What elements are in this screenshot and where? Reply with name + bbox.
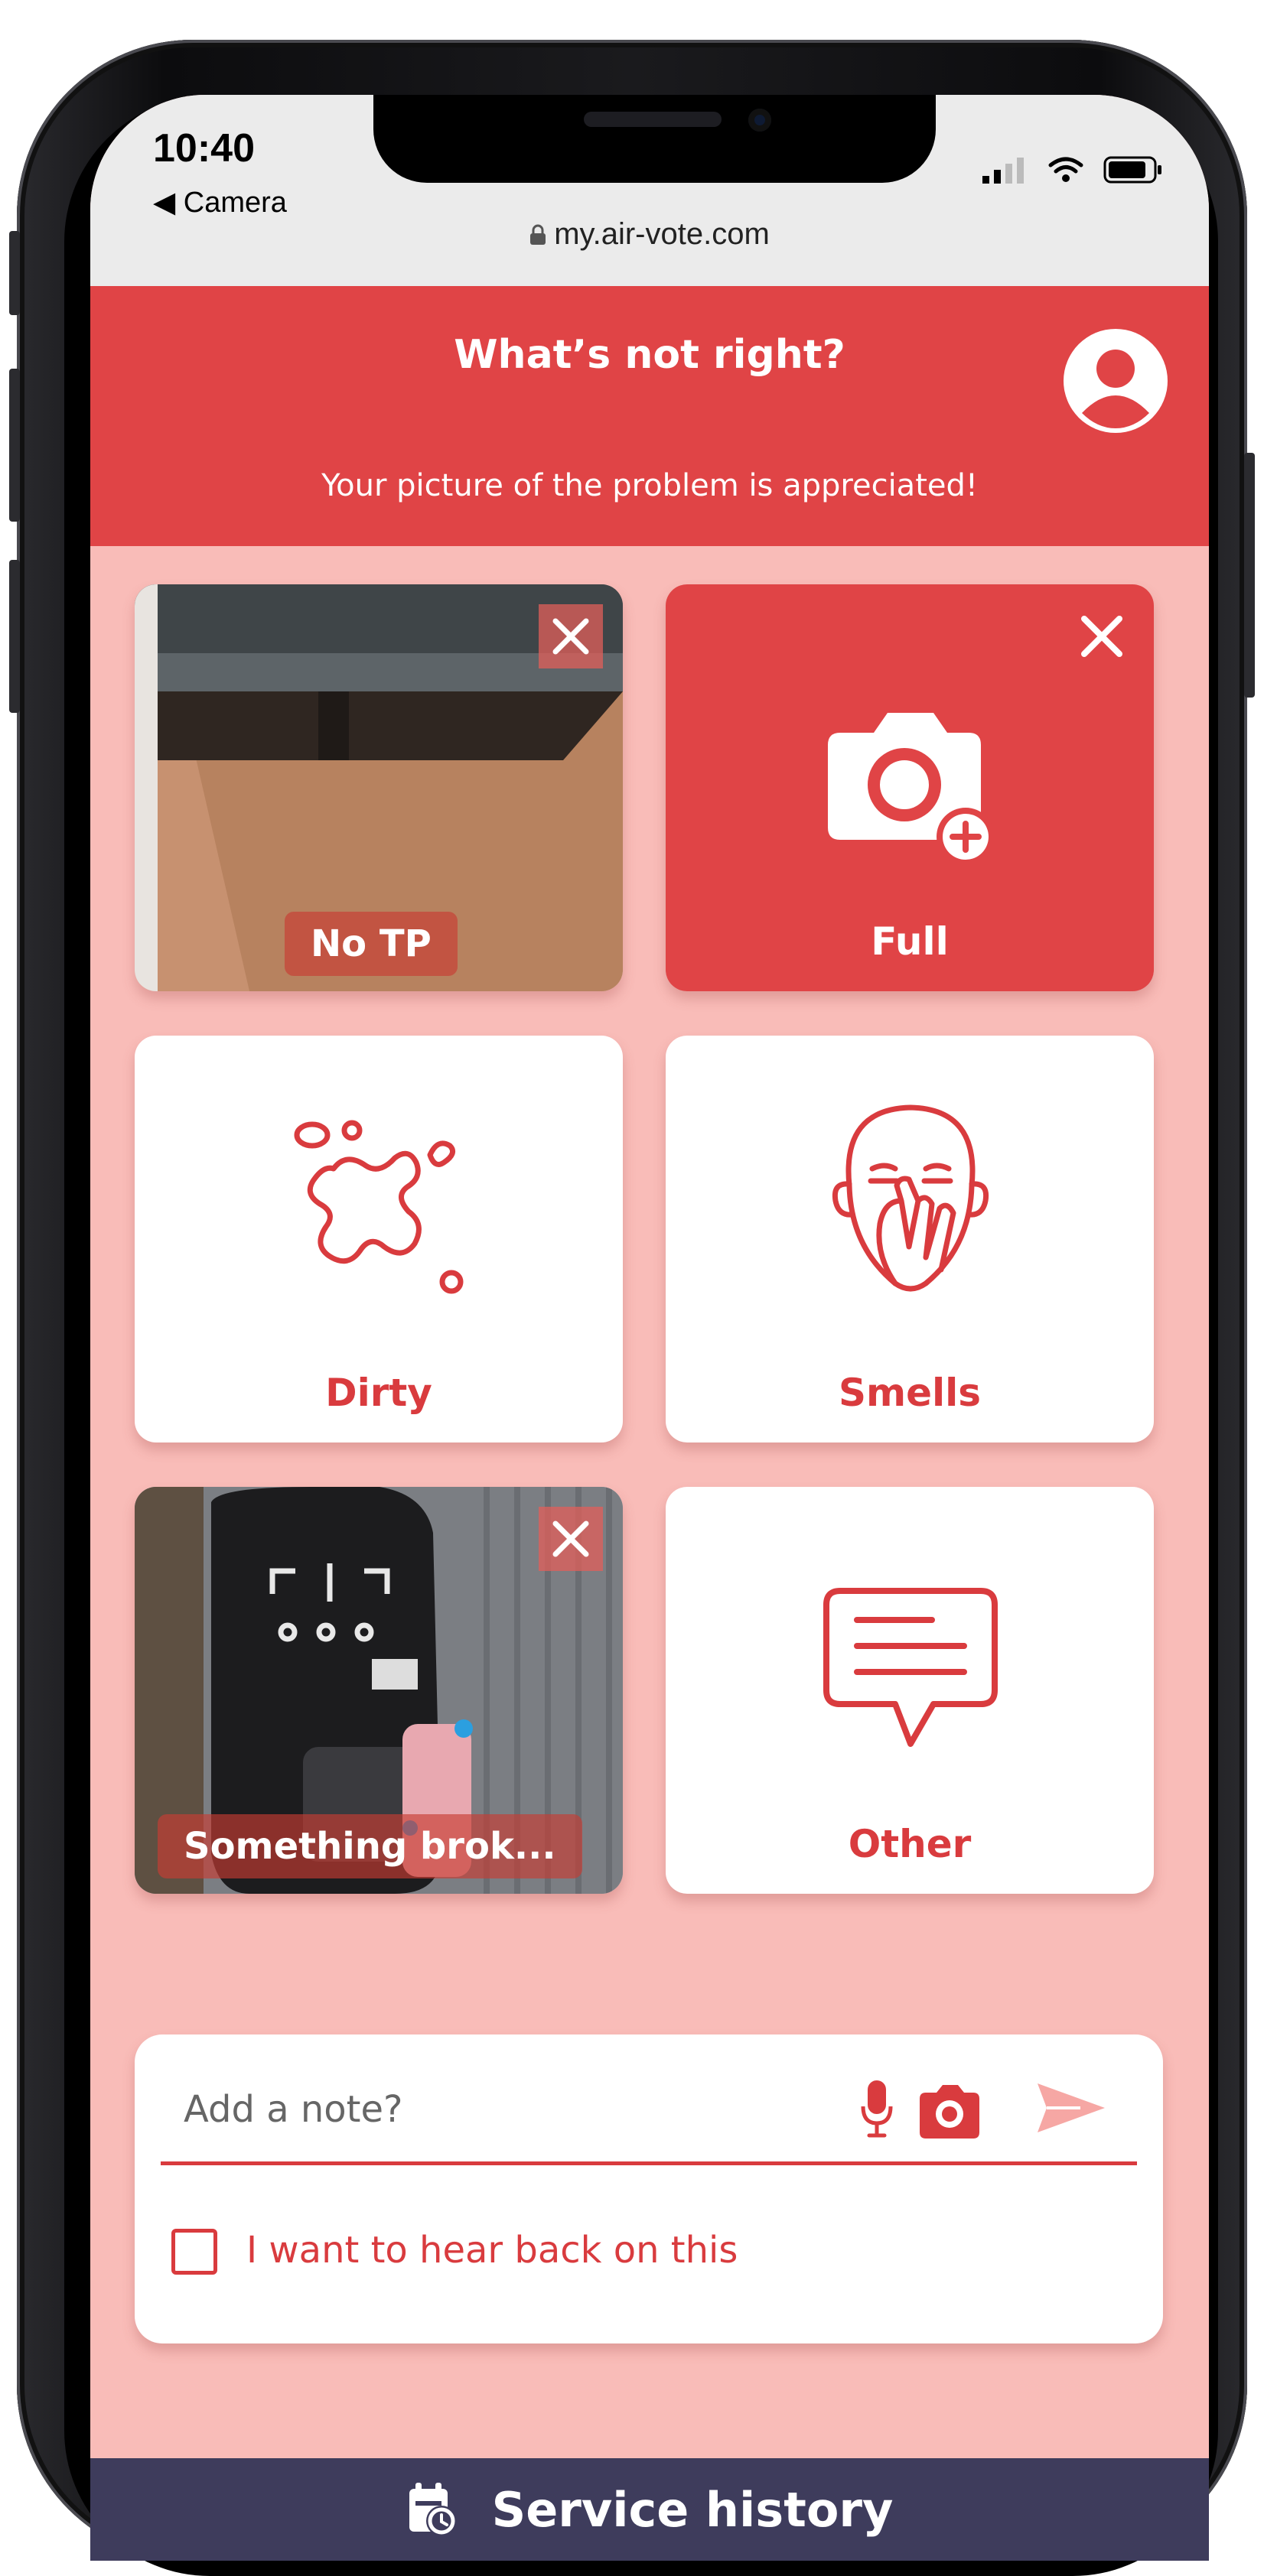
hear-back-label[interactable]: I want to hear back on this <box>246 2229 738 2272</box>
back-to-app-link[interactable]: ◀ Camera <box>153 185 287 220</box>
wifi-icon <box>1048 157 1083 182</box>
url-bar[interactable]: my.air-vote.com <box>90 217 1209 252</box>
hear-back-checkbox[interactable] <box>171 2229 217 2275</box>
note-input[interactable]: Add a note? <box>184 2088 402 2131</box>
calendar-clock-icon <box>409 2483 457 2536</box>
send-icon[interactable] <box>1034 2079 1108 2137</box>
tile-label: Full <box>871 919 949 964</box>
page-subtitle: Your picture of the problem is appreciat… <box>321 468 978 503</box>
tile-label: Dirty <box>325 1371 432 1415</box>
cellular-signal-icon <box>982 158 1024 184</box>
power-button <box>1244 453 1255 698</box>
tile-label: Other <box>848 1822 972 1866</box>
url-text: my.air-vote.com <box>554 217 770 251</box>
close-icon <box>552 618 589 655</box>
side-button <box>9 231 20 315</box>
notch-speaker <box>584 112 722 127</box>
tile-label: Something brok... <box>158 1814 582 1878</box>
user-avatar-icon[interactable] <box>1064 329 1168 433</box>
tile-label: Smells <box>838 1371 982 1415</box>
add-photo-icon <box>828 713 995 866</box>
smelling-face-icon <box>832 1104 989 1292</box>
speech-bubble-icon <box>823 1588 998 1747</box>
close-icon <box>552 1521 589 1557</box>
phone-notch <box>373 95 936 183</box>
service-history-button[interactable]: Service history <box>90 2458 1209 2561</box>
note-underline <box>161 2161 1137 2165</box>
note-card: Add a note? I want to hear back on this <box>135 2034 1163 2343</box>
notch-camera <box>748 109 771 132</box>
remove-photo-button[interactable] <box>539 604 603 668</box>
page-title: What’s not right? <box>454 332 845 378</box>
page-header: What’s not right? Your picture of the pr… <box>90 286 1209 546</box>
volume-up-button <box>9 369 20 522</box>
status-icons <box>982 156 1163 184</box>
service-history-label: Service history <box>491 2481 894 2538</box>
lock-icon <box>530 224 546 245</box>
deselect-button[interactable] <box>1070 604 1134 668</box>
category-tile-full[interactable]: Full <box>666 584 1154 991</box>
category-tile-other[interactable]: Other <box>666 1487 1154 1894</box>
volume-down-button <box>9 560 20 713</box>
remove-photo-button[interactable] <box>539 1507 603 1571</box>
tile-label: No TP <box>285 912 458 976</box>
category-tile-no-tp[interactable]: No TP <box>135 584 623 991</box>
status-time: 10:40 <box>153 126 255 171</box>
microphone-icon[interactable] <box>860 2079 894 2140</box>
category-tile-something-broken[interactable]: Something brok... <box>135 1487 623 1894</box>
battery-icon <box>1103 156 1161 184</box>
phone-screen: 10:40 ◀ Camera my.air-vote.com What’s no… <box>90 95 1209 2561</box>
category-tile-dirty[interactable]: Dirty <box>135 1036 623 1442</box>
camera-icon[interactable] <box>915 2082 984 2140</box>
category-tile-smells[interactable]: Smells <box>666 1036 1154 1442</box>
close-icon <box>1081 616 1122 657</box>
splat-icon <box>294 1120 464 1294</box>
